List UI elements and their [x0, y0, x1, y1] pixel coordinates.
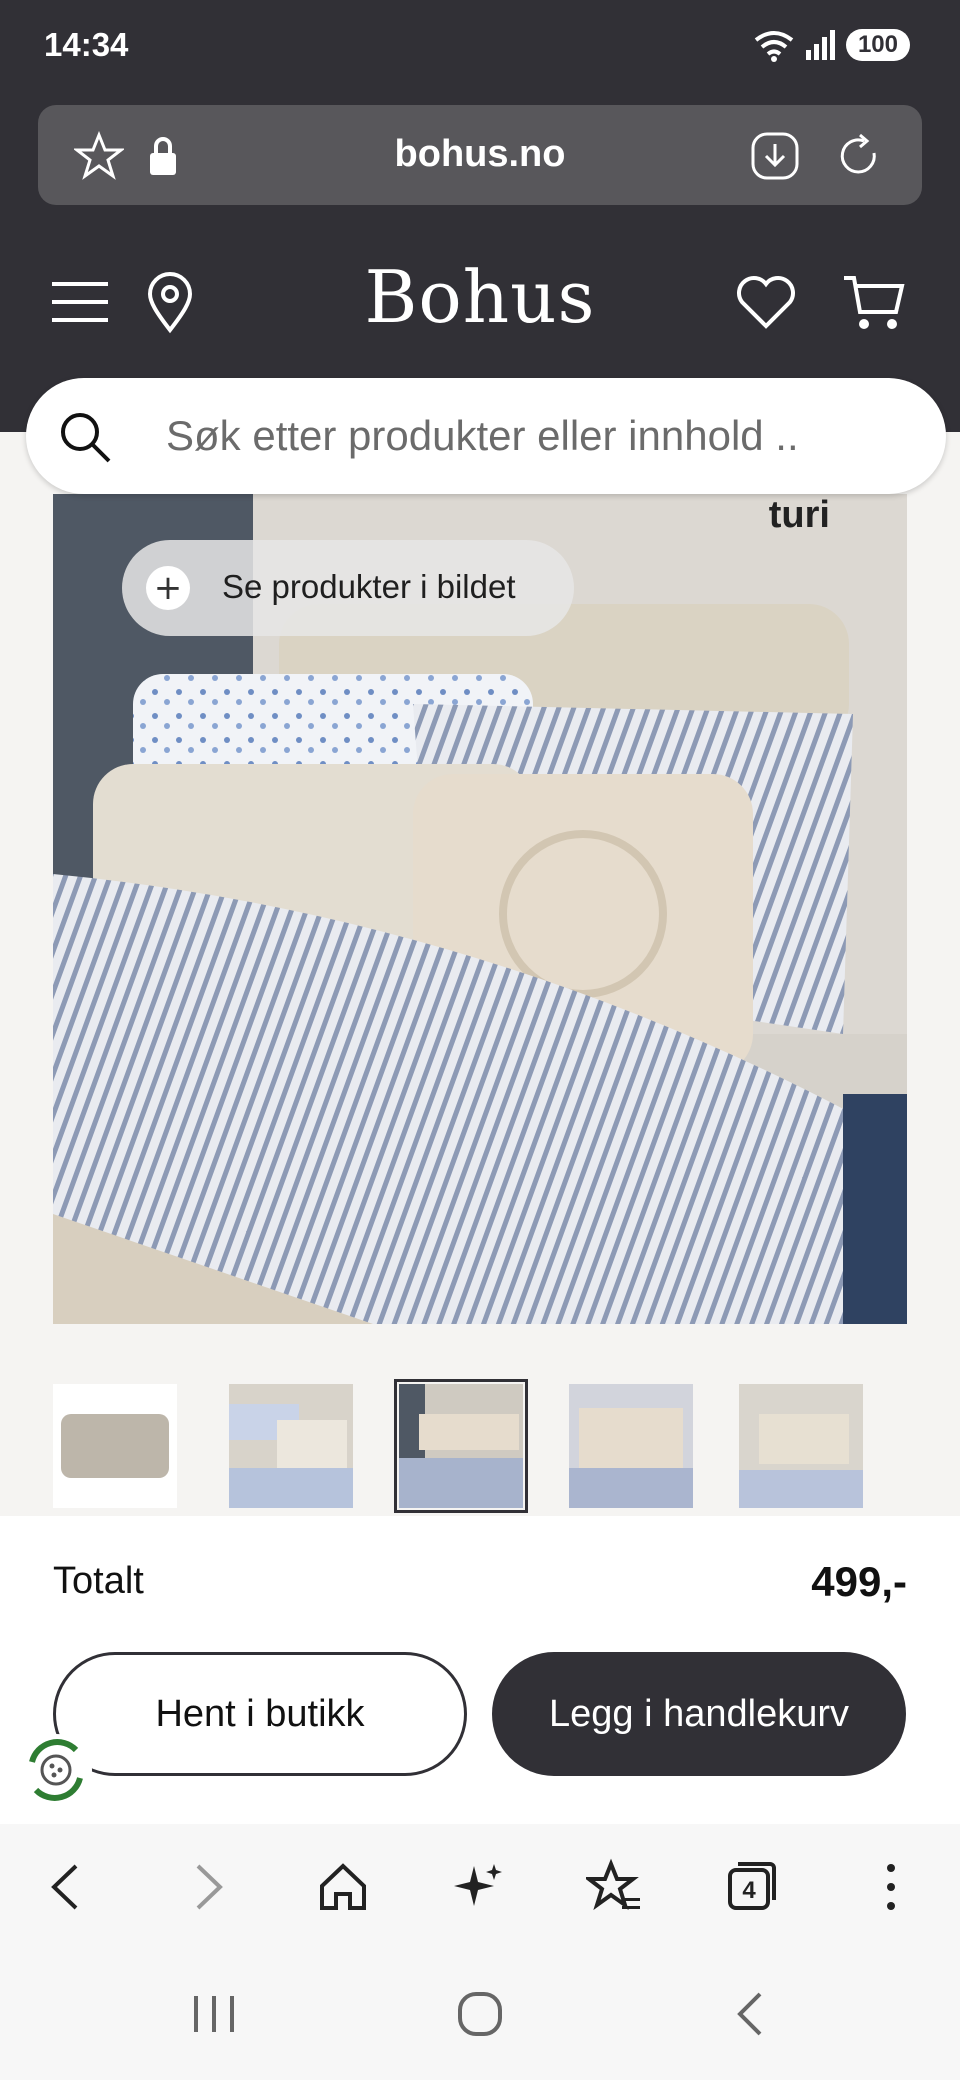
system-back-icon[interactable]: [724, 1986, 780, 2042]
plus-icon: +: [146, 566, 190, 610]
sparkle-icon[interactable]: [450, 1858, 508, 1916]
thumbnail-strip: [53, 1379, 960, 1514]
thumbnail-image: [229, 1384, 353, 1508]
thumbnail-image: [399, 1384, 523, 1508]
see-products-label: Se produkter i bildet: [222, 568, 516, 605]
recent-apps-icon[interactable]: [186, 1986, 242, 2042]
thumbnail-image: [739, 1384, 863, 1508]
browser-url-bar[interactable]: bohus.no: [38, 105, 922, 205]
brand-watermark: turi: [768, 494, 830, 536]
see-products-button[interactable]: + Se produkter i bildet: [122, 540, 574, 636]
tabs-count: 4: [742, 1877, 756, 1904]
system-nav-bar: [0, 1950, 960, 2080]
site-header: 14:34 100 bohus.no Bohus: [0, 0, 960, 432]
status-bar: 14:34 100: [0, 0, 960, 96]
pickup-in-store-button[interactable]: Hent i butikk: [53, 1652, 467, 1776]
forward-icon[interactable]: [178, 1858, 236, 1916]
cart-icon[interactable]: [842, 270, 906, 334]
search-icon[interactable]: [56, 408, 114, 466]
total-price: 499,-: [811, 1558, 907, 1605]
search-input[interactable]: Søk etter produkter eller innhold ..: [166, 412, 799, 460]
bookmarks-icon[interactable]: [586, 1858, 644, 1916]
thumbnail-5[interactable]: [739, 1384, 863, 1508]
signal-icon: [805, 30, 835, 60]
more-options-icon[interactable]: [862, 1858, 920, 1916]
site-logo[interactable]: Bohus: [0, 255, 960, 339]
tabs-icon[interactable]: 4: [722, 1858, 780, 1916]
home-button-icon[interactable]: [452, 1986, 508, 2042]
download-icon[interactable]: [750, 131, 800, 181]
checkout-panel: Totalt 499,- Hent i butikk Legg i handle…: [0, 1516, 960, 1824]
battery-indicator: 100: [845, 29, 910, 61]
status-icons: 100: [752, 28, 910, 62]
browser-toolbar: 4: [0, 1824, 960, 1950]
status-time: 14:34: [44, 26, 129, 63]
recycle-badge-icon[interactable]: [18, 1732, 94, 1808]
thumbnail-image: [569, 1384, 693, 1508]
thumbnail-image: [53, 1384, 177, 1508]
back-icon[interactable]: [38, 1858, 96, 1916]
thumbnail-2[interactable]: [229, 1384, 353, 1508]
heart-icon[interactable]: [734, 270, 798, 334]
thumbnail-3[interactable]: [394, 1379, 528, 1513]
wifi-icon: [754, 31, 794, 62]
search-bar[interactable]: Søk etter produkter eller innhold ..: [26, 378, 946, 494]
thumbnail-4[interactable]: [569, 1384, 693, 1508]
home-icon[interactable]: [314, 1858, 372, 1916]
reload-icon[interactable]: [834, 131, 884, 181]
thumbnail-1[interactable]: [53, 1384, 177, 1508]
add-to-cart-button[interactable]: Legg i handlekurv: [492, 1652, 906, 1776]
total-label: Totalt: [53, 1560, 144, 1602]
